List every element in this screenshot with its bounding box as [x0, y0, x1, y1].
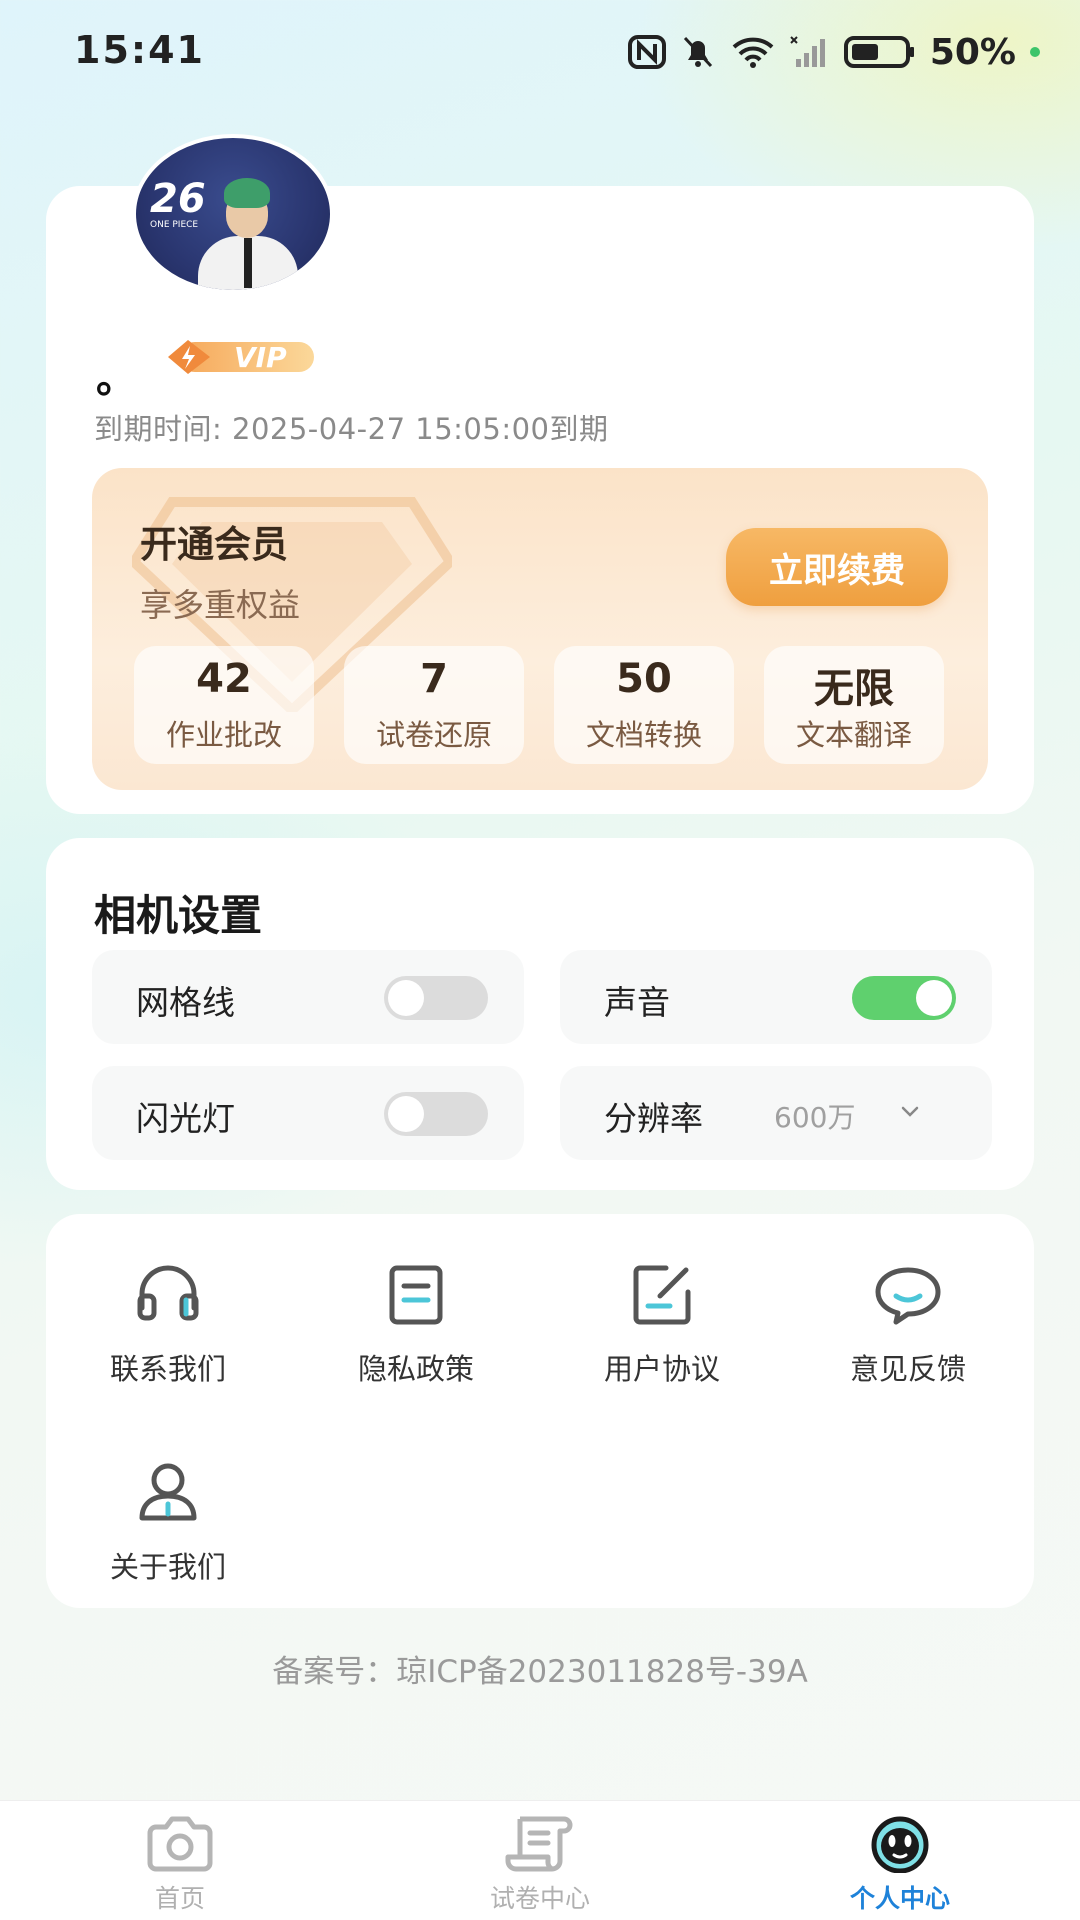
setting-label: 网格线 — [136, 983, 235, 1022]
vip-badge: VIP — [166, 338, 318, 376]
document-icon — [389, 1265, 443, 1325]
setting-label: 声音 — [604, 983, 670, 1022]
toggle-knob — [916, 980, 952, 1016]
status-icons: 50% — [627, 30, 1040, 74]
camera-settings-card: 相机设置 网格线 声音 闪光灯 分辨率 600万 — [46, 838, 1034, 1190]
quota-text-translate: 无限 文本翻译 — [764, 646, 944, 764]
edit-document-icon — [633, 1265, 691, 1325]
setting-label: 分辨率 — [604, 1099, 703, 1138]
link-label: 隐私政策 — [357, 1352, 474, 1386]
quota-label: 试卷还原 — [375, 718, 492, 752]
privacy-indicator-dot — [1030, 47, 1040, 57]
paper-scroll-icon — [505, 1816, 573, 1872]
quota-label: 文本翻译 — [795, 718, 912, 752]
bottom-nav: 首页 试卷中心 个人中心 — [0, 1800, 1080, 1920]
flash-toggle[interactable] — [384, 1092, 488, 1136]
wifi-icon — [730, 35, 776, 69]
quota-value: 50 — [616, 656, 672, 702]
nav-paper-center[interactable]: 试卷中心 — [430, 1801, 650, 1920]
grid-lines-toggle[interactable] — [384, 976, 488, 1020]
avatar[interactable]: 26 ONE PIECE — [132, 134, 334, 294]
avatar-subtext: ONE PIECE — [150, 220, 199, 230]
link-privacy-policy[interactable]: 隐私政策 — [316, 1258, 516, 1398]
link-about-us[interactable]: 关于我们 — [68, 1456, 268, 1596]
battery-percent: 50% — [929, 31, 1016, 73]
battery-icon — [843, 35, 916, 69]
nav-label: 个人中心 — [849, 1884, 950, 1913]
link-label: 联系我们 — [109, 1352, 226, 1386]
quota-label: 文档转换 — [585, 718, 702, 752]
vip-expire-text: 到期时间: 2025-04-27 15:05:00到期 — [94, 412, 609, 446]
avatar-figure-hair — [224, 178, 270, 208]
membership-title: 开通会员 — [140, 523, 288, 566]
smiley-face-icon — [871, 1816, 929, 1873]
setting-sound: 声音 — [560, 950, 992, 1044]
link-feedback[interactable]: 意见反馈 — [808, 1258, 1008, 1398]
chat-bubble-icon — [875, 1267, 941, 1325]
avatar-figure-tie — [244, 238, 252, 288]
nav-home[interactable]: 首页 — [70, 1801, 290, 1920]
quota-document-convert: 50 文档转换 — [554, 646, 734, 764]
sound-toggle[interactable] — [852, 976, 956, 1020]
user-icon — [139, 1463, 197, 1521]
link-label: 意见反馈 — [849, 1352, 966, 1386]
setting-resolution[interactable]: 分辨率 600万 — [560, 1066, 992, 1160]
link-label: 关于我们 — [109, 1550, 226, 1584]
user-name: 。 — [96, 356, 136, 402]
link-contact-us[interactable]: 联系我们 — [68, 1258, 268, 1398]
setting-grid-lines: 网格线 — [92, 950, 524, 1044]
mute-bell-icon — [680, 34, 716, 70]
resolution-select-value[interactable]: 600万 — [774, 1096, 855, 1136]
quota-value: 42 — [196, 656, 252, 702]
quota-paper-restore: 7 试卷还原 — [344, 646, 524, 764]
icp-record[interactable]: 备案号：琼ICP备2023011828号-39A — [0, 1646, 1080, 1691]
vip-badge-label: VIP — [234, 341, 287, 374]
camera-icon — [147, 1816, 213, 1872]
chevron-down-icon[interactable] — [900, 1102, 920, 1122]
signal-icon — [790, 35, 830, 69]
quota-value: 7 — [420, 656, 448, 702]
links-card: 联系我们 隐私政策 用户协议 意见反馈 关于我们 — [46, 1214, 1034, 1608]
membership-subtitle: 享多重权益 — [140, 586, 301, 624]
link-label: 用户协议 — [603, 1352, 720, 1386]
quota-homework-correction: 42 作业批改 — [134, 646, 314, 764]
nav-personal-center[interactable]: 个人中心 — [790, 1801, 1010, 1920]
membership-panel: 开通会员 享多重权益 立即续费 42 作业批改 7 试卷还原 50 文档转换 无… — [92, 468, 988, 790]
nfc-icon — [627, 35, 666, 69]
toggle-knob — [388, 1096, 424, 1132]
status-bar: 15:41 50% — [0, 0, 1080, 105]
quota-value: 无限 — [814, 666, 894, 712]
nav-label: 试卷中心 — [489, 1884, 590, 1913]
headset-icon — [137, 1265, 199, 1321]
camera-settings-title: 相机设置 — [94, 891, 263, 940]
status-time: 15:41 — [74, 28, 205, 72]
setting-flash: 闪光灯 — [92, 1066, 524, 1160]
setting-label: 闪光灯 — [136, 1099, 235, 1138]
nav-label: 首页 — [154, 1884, 205, 1913]
renew-button[interactable]: 立即续费 — [726, 528, 948, 606]
avatar-number: 26 — [150, 176, 206, 222]
link-user-agreement[interactable]: 用户协议 — [562, 1258, 762, 1398]
toggle-knob — [388, 980, 424, 1016]
quota-label: 作业批改 — [165, 718, 282, 752]
